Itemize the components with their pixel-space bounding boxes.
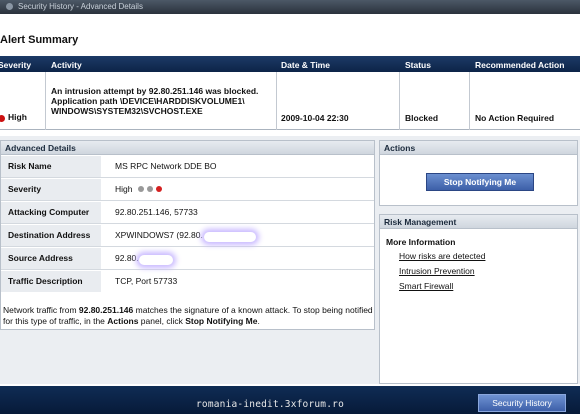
- detail-label: Risk Name: [1, 156, 101, 177]
- link-how-risks-detected[interactable]: How risks are detected: [399, 251, 485, 261]
- activity-line: WINDOWS\SYSTEM32\SVCHOST.EXE: [51, 106, 203, 116]
- detail-value: 92.80.251.146, 57733: [115, 207, 198, 217]
- column-header-activity: Activity: [51, 60, 82, 70]
- detail-row-severity: Severity High: [1, 179, 374, 201]
- security-history-button[interactable]: Security History: [478, 394, 566, 412]
- details-description: Network traffic from 92.80.251.146 match…: [3, 305, 373, 327]
- risk-management-title: Risk Management: [380, 215, 577, 229]
- advanced-details-title: Advanced Details: [1, 141, 374, 155]
- detail-row-source-address: Source Address 92.80.: [1, 248, 374, 270]
- link-smart-firewall[interactable]: Smart Firewall: [399, 281, 453, 291]
- alert-recommended-action: No Action Required: [475, 113, 555, 123]
- activity-line: An intrusion attempt by 92.80.251.146 wa…: [51, 86, 259, 96]
- column-header-severity: Severity: [0, 60, 32, 70]
- column-divider: [469, 72, 470, 130]
- advanced-details-panel: Advanced Details Risk Name MS RPC Networ…: [0, 140, 375, 330]
- window-titlebar: Security History - Advanced Details: [0, 0, 580, 14]
- app-icon: [6, 3, 13, 10]
- alert-status: Blocked: [405, 113, 439, 123]
- detail-label: Destination Address: [1, 225, 101, 246]
- actions-title: Actions: [380, 141, 577, 155]
- severity-dot-icon: [137, 186, 144, 192]
- footer-bar: romania-inedit.3xforum.ro Security Histo…: [0, 386, 580, 414]
- detail-row-risk-name: Risk Name MS RPC Network DDE BO: [1, 156, 374, 178]
- detail-row-attacking-computer: Attacking Computer 92.80.251.146, 57733: [1, 202, 374, 224]
- severity-dot-icon: [155, 186, 162, 192]
- alert-severity: High: [8, 112, 27, 122]
- detail-row-destination-address: Destination Address XPWINDOWS7 (92.80.: [1, 225, 374, 247]
- activity-line: Application path \DEVICE\HARDDISKVOLUME1…: [51, 96, 245, 106]
- alert-row[interactable]: High An intrusion attempt by 92.80.251.1…: [0, 72, 580, 130]
- alert-activity: An intrusion attempt by 92.80.251.146 wa…: [51, 86, 273, 116]
- column-divider: [276, 72, 277, 130]
- description-actions: Actions: [107, 316, 139, 326]
- description-text: panel, click: [138, 316, 186, 326]
- watermark-text: romania-inedit.3xforum.ro: [196, 399, 344, 410]
- detail-value: XPWINDOWS7 (92.80.: [115, 230, 203, 240]
- alert-summary-table: Severity Activity Date & Time Status Rec…: [0, 56, 580, 130]
- detail-value: TCP, Port 57733: [115, 276, 178, 286]
- detail-label: Severity: [1, 179, 101, 200]
- detail-label: Traffic Description: [1, 271, 101, 292]
- column-header-recommended-action: Recommended Action: [475, 60, 565, 70]
- detail-label: Attacking Computer: [1, 202, 101, 223]
- severity-text: High: [115, 184, 133, 194]
- detail-value: MS RPC Network DDE BO: [115, 161, 217, 171]
- column-header-datetime: Date & Time: [281, 60, 330, 70]
- description-text: Network traffic from: [3, 305, 79, 315]
- detail-value: 92.80.: [115, 253, 139, 263]
- risk-management-panel: Risk Management More Information How ris…: [379, 214, 578, 384]
- column-divider: [399, 72, 400, 130]
- stop-notifying-button[interactable]: Stop Notifying Me: [426, 173, 534, 191]
- alert-datetime: 2009-10-04 22:30: [281, 113, 349, 123]
- redaction-mark: [139, 255, 173, 265]
- description-stop: Stop Notifying Me: [185, 316, 258, 326]
- alert-table-header: Severity Activity Date & Time Status Rec…: [0, 56, 580, 72]
- window-title: Security History - Advanced Details: [18, 2, 143, 11]
- detail-value-severity: High: [115, 179, 162, 200]
- detail-label: Source Address: [1, 248, 101, 269]
- redaction-mark: [204, 232, 256, 242]
- detail-row-traffic-description: Traffic Description TCP, Port 57733: [1, 271, 374, 293]
- high-severity-icon: [0, 115, 5, 122]
- column-header-status: Status: [405, 60, 431, 70]
- severity-dot-icon: [146, 186, 153, 192]
- column-divider: [45, 72, 46, 130]
- more-information-heading: More Information: [386, 237, 456, 247]
- description-ip: 92.80.251.146: [78, 305, 134, 315]
- description-text: .: [257, 316, 260, 326]
- actions-panel: Actions Stop Notifying Me: [379, 140, 578, 206]
- link-intrusion-prevention[interactable]: Intrusion Prevention: [399, 266, 475, 276]
- page-title: Alert Summary: [0, 34, 79, 46]
